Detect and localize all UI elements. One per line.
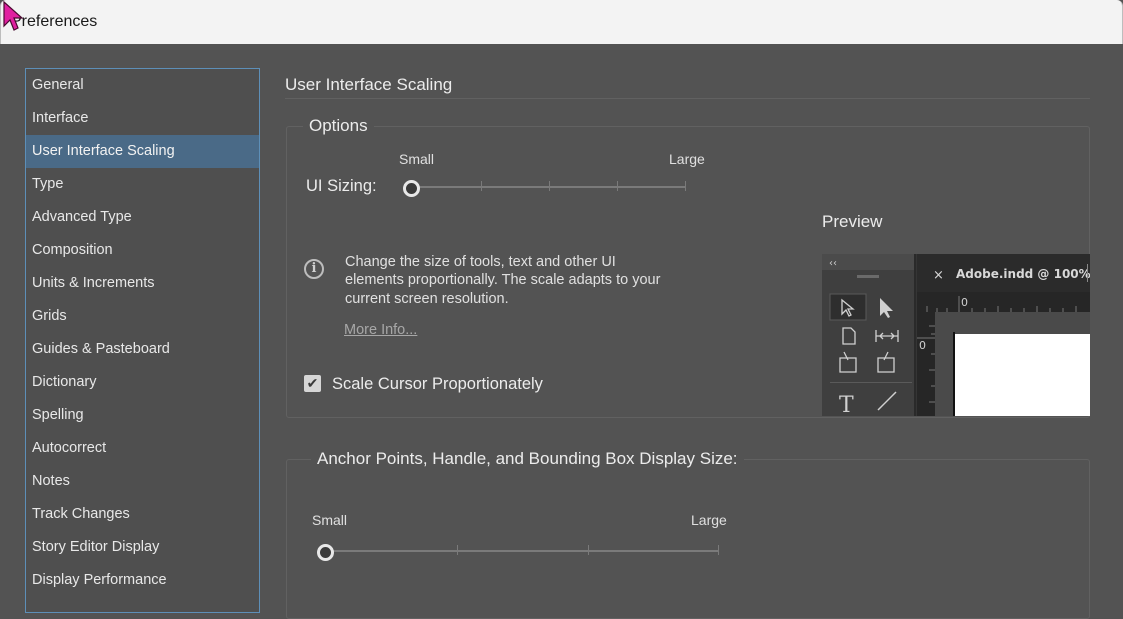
sidebar-item-grids[interactable]: Grids [26, 300, 259, 333]
preferences-category-list: General Interface User Interface Scaling… [25, 68, 260, 613]
ui-sizing-label: UI Sizing: [306, 177, 377, 195]
ui-sizing-slider-tick [617, 181, 618, 191]
preview-ruler-v-zero: 0 [919, 339, 926, 352]
sidebar-item-units-increments[interactable]: Units & Increments [26, 267, 259, 300]
anchor-size-small-label: Small [312, 512, 348, 528]
heading-divider [285, 98, 1090, 99]
ui-sizing-slider-tick [685, 181, 686, 191]
preview-tab-title: Adobe.indd @ 100% [956, 267, 1090, 281]
preview-collapse-glyph: ‹‹ [829, 258, 837, 269]
sidebar-item-composition[interactable]: Composition [26, 234, 259, 267]
ui-scaling-info-text: Change the size of tools, text and other… [345, 254, 661, 307]
preview-ruler-h-zero: 0 [961, 296, 968, 309]
scale-cursor-label[interactable]: Scale Cursor Proportionately [332, 375, 543, 394]
options-legend: Options [303, 116, 374, 136]
sidebar-item-interface[interactable]: Interface [26, 102, 259, 135]
sidebar-item-track-changes[interactable]: Track Changes [26, 498, 259, 531]
type-tool-icon: T [839, 393, 854, 416]
anchor-size-group [286, 459, 1090, 619]
ui-sizing-slider-knob[interactable] [403, 180, 420, 197]
scale-cursor-checkbox[interactable]: ✔ [304, 375, 321, 392]
anchor-size-slider-track[interactable] [327, 550, 719, 552]
more-info-link[interactable]: More Info... [344, 322, 417, 338]
sidebar-item-general[interactable]: General [26, 69, 259, 102]
sidebar-item-autocorrect[interactable]: Autocorrect [26, 432, 259, 465]
sidebar-item-story-editor-display[interactable]: Story Editor Display [26, 531, 259, 564]
checkmark-icon: ✔ [306, 375, 319, 391]
anchor-size-legend: Anchor Points, Handle, and Bounding Box … [311, 449, 744, 469]
sidebar-item-user-interface-scaling[interactable]: User Interface Scaling [26, 135, 259, 168]
ui-sizing-slider-tick [481, 181, 482, 191]
sidebar-item-type[interactable]: Type [26, 168, 259, 201]
anchor-size-slider-knob[interactable] [317, 544, 334, 561]
anchor-size-slider-tick [588, 545, 589, 555]
anchor-size-slider-tick [457, 545, 458, 555]
sidebar-item-notes[interactable]: Notes [26, 465, 259, 498]
sidebar-item-spelling[interactable]: Spelling [26, 399, 259, 432]
preview-title: Preview [822, 212, 883, 231]
mouse-cursor-icon [3, 0, 24, 31]
sidebar-item-advanced-type[interactable]: Advanced Type [26, 201, 259, 234]
title-bar: Preferences [0, 0, 1123, 44]
preview-image: ‹‹ T × Adobe.indd @ 100% 0 0 [822, 254, 1090, 416]
info-icon: i [304, 259, 324, 279]
sidebar-item-display-performance[interactable]: Display Performance [26, 564, 259, 597]
anchor-size-slider-tick [718, 545, 719, 555]
preview-tab-close-icon: × [933, 268, 944, 283]
ui-sizing-small-label: Small [399, 151, 435, 167]
ui-sizing-slider-tick [549, 181, 550, 191]
anchor-size-large-label: Large [691, 512, 727, 528]
sidebar-item-guides-pasteboard[interactable]: Guides & Pasteboard [26, 333, 259, 366]
ui-sizing-large-label: Large [669, 151, 705, 167]
sidebar-item-dictionary[interactable]: Dictionary [26, 366, 259, 399]
section-heading: User Interface Scaling [285, 75, 453, 94]
preview-illustration: ‹‹ T × Adobe.indd @ 100% 0 0 [822, 254, 1090, 416]
